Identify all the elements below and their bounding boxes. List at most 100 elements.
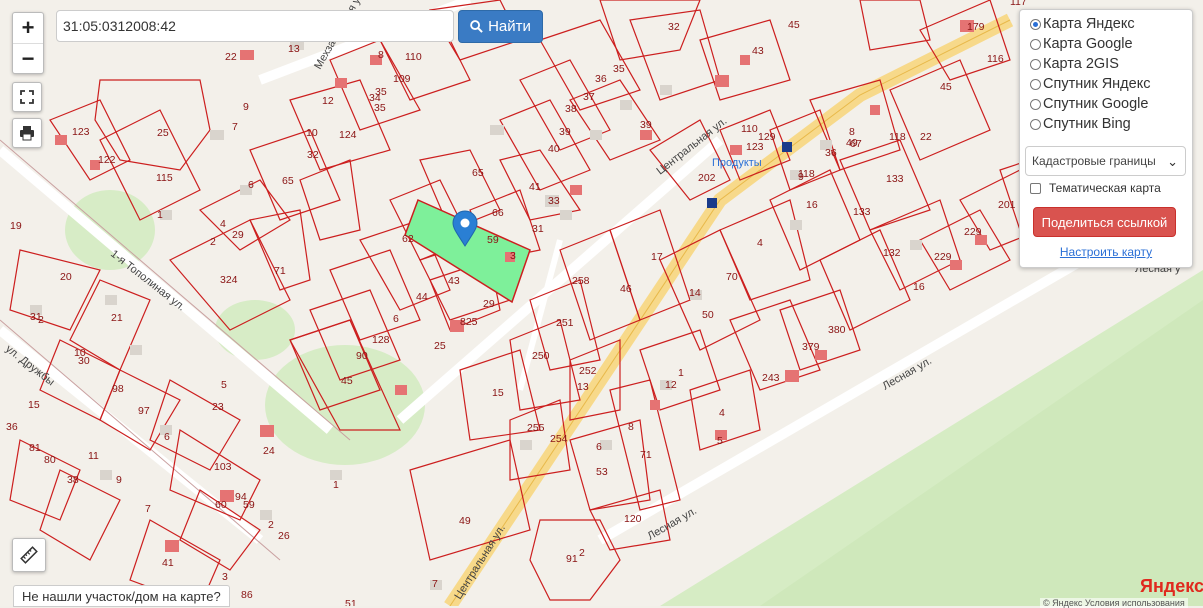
parcel-number-label: 80 bbox=[44, 454, 56, 466]
parcel-number-label: 41 bbox=[529, 181, 541, 193]
thematic-map-label: Тематическая карта bbox=[1049, 181, 1161, 195]
parcel-number-label: 10 bbox=[74, 347, 86, 359]
map-type-option[interactable]: Спутник Яндекс bbox=[1030, 76, 1150, 92]
parcel-number-label: 324 bbox=[220, 274, 238, 286]
map-type-option[interactable]: Спутник Bing bbox=[1030, 116, 1131, 132]
parcel-number-label: 59 bbox=[487, 234, 499, 246]
parcel-number-label: 43 bbox=[448, 275, 460, 287]
print-icon bbox=[20, 126, 34, 141]
parcel-number-label: 40 bbox=[548, 143, 560, 155]
parcel-number-label: 825 bbox=[460, 316, 478, 328]
radio-button[interactable] bbox=[1030, 58, 1041, 70]
print-button[interactable] bbox=[12, 118, 42, 148]
parcel-number-label: 3 bbox=[222, 571, 228, 583]
poi-label: Продукты bbox=[712, 157, 762, 169]
parcel-number-label: 29 bbox=[483, 298, 495, 310]
parcel-number-label: 129 bbox=[758, 131, 776, 143]
parcel-number-label: 39 bbox=[640, 119, 652, 131]
parcel-number-label: 50 bbox=[702, 309, 714, 321]
map-type-option[interactable]: Карта Google bbox=[1030, 36, 1133, 52]
parcel-number-label: 9 bbox=[243, 101, 249, 113]
parcel-number-label: 41 bbox=[162, 557, 174, 569]
parcel-number-label: 7 bbox=[432, 578, 438, 590]
parcel-number-label: 32 bbox=[307, 149, 319, 161]
radio-button[interactable] bbox=[1030, 18, 1041, 30]
layer-select[interactable]: Кадастровые границы ⌄ bbox=[1025, 146, 1186, 176]
ruler-icon bbox=[20, 546, 38, 564]
parcel-number-label: 4 bbox=[220, 218, 226, 230]
parcel-number-label: 12 bbox=[665, 379, 677, 391]
fullscreen-button[interactable] bbox=[12, 82, 42, 112]
parcel-number-label: 123 bbox=[72, 126, 90, 138]
map-type-option[interactable]: Карта 2GIS bbox=[1030, 56, 1119, 72]
zoom-in-button[interactable]: + bbox=[13, 13, 43, 44]
parcel-number-label: 118 bbox=[889, 131, 906, 143]
parcel-number-label: 128 bbox=[372, 334, 390, 346]
parcel-number-label: 15 bbox=[28, 399, 40, 411]
parcel-number-label: 32 bbox=[668, 21, 680, 33]
parcel-number-label: 66 bbox=[492, 207, 504, 219]
parcel-number-label: 258 bbox=[572, 275, 590, 287]
parcel-number-label: 37 bbox=[583, 91, 595, 103]
parcel-number-label: 59 bbox=[243, 499, 255, 511]
radio-button[interactable] bbox=[1030, 78, 1041, 90]
parcel-number-label: 117 bbox=[1010, 0, 1027, 8]
ruler-button[interactable] bbox=[12, 538, 46, 572]
parcel-number-label: 51 bbox=[345, 598, 357, 606]
parcel-number-label: 2 bbox=[579, 547, 585, 559]
parcel-number-label: 91 bbox=[566, 553, 578, 565]
parcel-number-label: 243 bbox=[762, 372, 780, 384]
parcel-number-label: 36 bbox=[825, 147, 837, 159]
parcel-number-label: 4 bbox=[757, 237, 763, 249]
parcel-number-label: 86 bbox=[241, 589, 253, 601]
share-link-button[interactable]: Поделиться ссылкой bbox=[1033, 207, 1176, 237]
parcel-number-label: 17 bbox=[651, 251, 663, 263]
parcel-number-label: 8 bbox=[849, 126, 855, 138]
parcel-number-label: 1 bbox=[678, 367, 684, 379]
parcel-number-label: 24 bbox=[263, 445, 275, 457]
parcel-number-label: 16 bbox=[913, 281, 925, 293]
parcel-number-label: 255 bbox=[527, 422, 545, 434]
radio-button[interactable] bbox=[1030, 38, 1041, 50]
not-found-link[interactable]: Не нашли участок/дом на карте? bbox=[13, 585, 230, 607]
parcel-number-label: 38 bbox=[67, 474, 79, 486]
parcel-number-label: 53 bbox=[596, 466, 608, 478]
parcel-number-label: 4 bbox=[719, 407, 725, 419]
search-button[interactable]: Найти bbox=[458, 10, 543, 43]
parcel-number-label: 202 bbox=[698, 172, 716, 184]
parcel-number-label: 2 bbox=[38, 314, 44, 326]
parcel-number-label: 2 bbox=[268, 519, 274, 531]
map-type-option[interactable]: Карта Яндекс bbox=[1030, 16, 1135, 32]
parcel-number-label: 45 bbox=[341, 375, 353, 387]
thematic-map-option[interactable]: Тематическая карта bbox=[1030, 181, 1161, 195]
parcel-number-label: 1 bbox=[333, 479, 339, 491]
thematic-map-checkbox[interactable] bbox=[1030, 182, 1041, 194]
parcel-number-label: 34 bbox=[369, 92, 381, 104]
cadastral-search-input[interactable] bbox=[56, 10, 454, 42]
parcel-number-label: 65 bbox=[282, 175, 294, 187]
radio-button[interactable] bbox=[1030, 98, 1041, 110]
parcel-number-label: 20 bbox=[60, 271, 72, 283]
zoom-out-button[interactable]: − bbox=[13, 44, 43, 74]
parcel-number-label: 179 bbox=[967, 21, 985, 33]
configure-map-link[interactable]: Настроить карту bbox=[1020, 245, 1192, 259]
parcel-number-label: 67 bbox=[850, 138, 862, 150]
parcel-number-label: 49 bbox=[459, 515, 471, 527]
parcel-number-label: 25 bbox=[157, 127, 169, 139]
map-copyright[interactable]: © Яндекс Условия использования bbox=[1040, 598, 1188, 608]
parcel-number-label: 60 bbox=[215, 499, 227, 511]
parcel-number-label: 5 bbox=[717, 435, 723, 447]
layer-select-value: Кадастровые границы bbox=[1032, 154, 1156, 168]
map-type-option[interactable]: Спутник Google bbox=[1030, 96, 1148, 112]
radio-button[interactable] bbox=[1030, 118, 1041, 130]
parcel-number-label: 116 bbox=[987, 53, 1004, 65]
parcel-number-label: 6 bbox=[596, 441, 602, 453]
parcel-number-label: 6 bbox=[393, 313, 399, 325]
parcel-number-label: 2 bbox=[210, 236, 216, 248]
parcel-number-label: 9 bbox=[116, 474, 122, 486]
parcel-number-label: 14 bbox=[689, 287, 701, 299]
parcel-number-label: 19 bbox=[10, 220, 22, 232]
parcel-number-label: 8 bbox=[378, 49, 384, 61]
parcel-number-label: 12 bbox=[322, 95, 334, 107]
parcel-number-label: 46 bbox=[620, 283, 632, 295]
